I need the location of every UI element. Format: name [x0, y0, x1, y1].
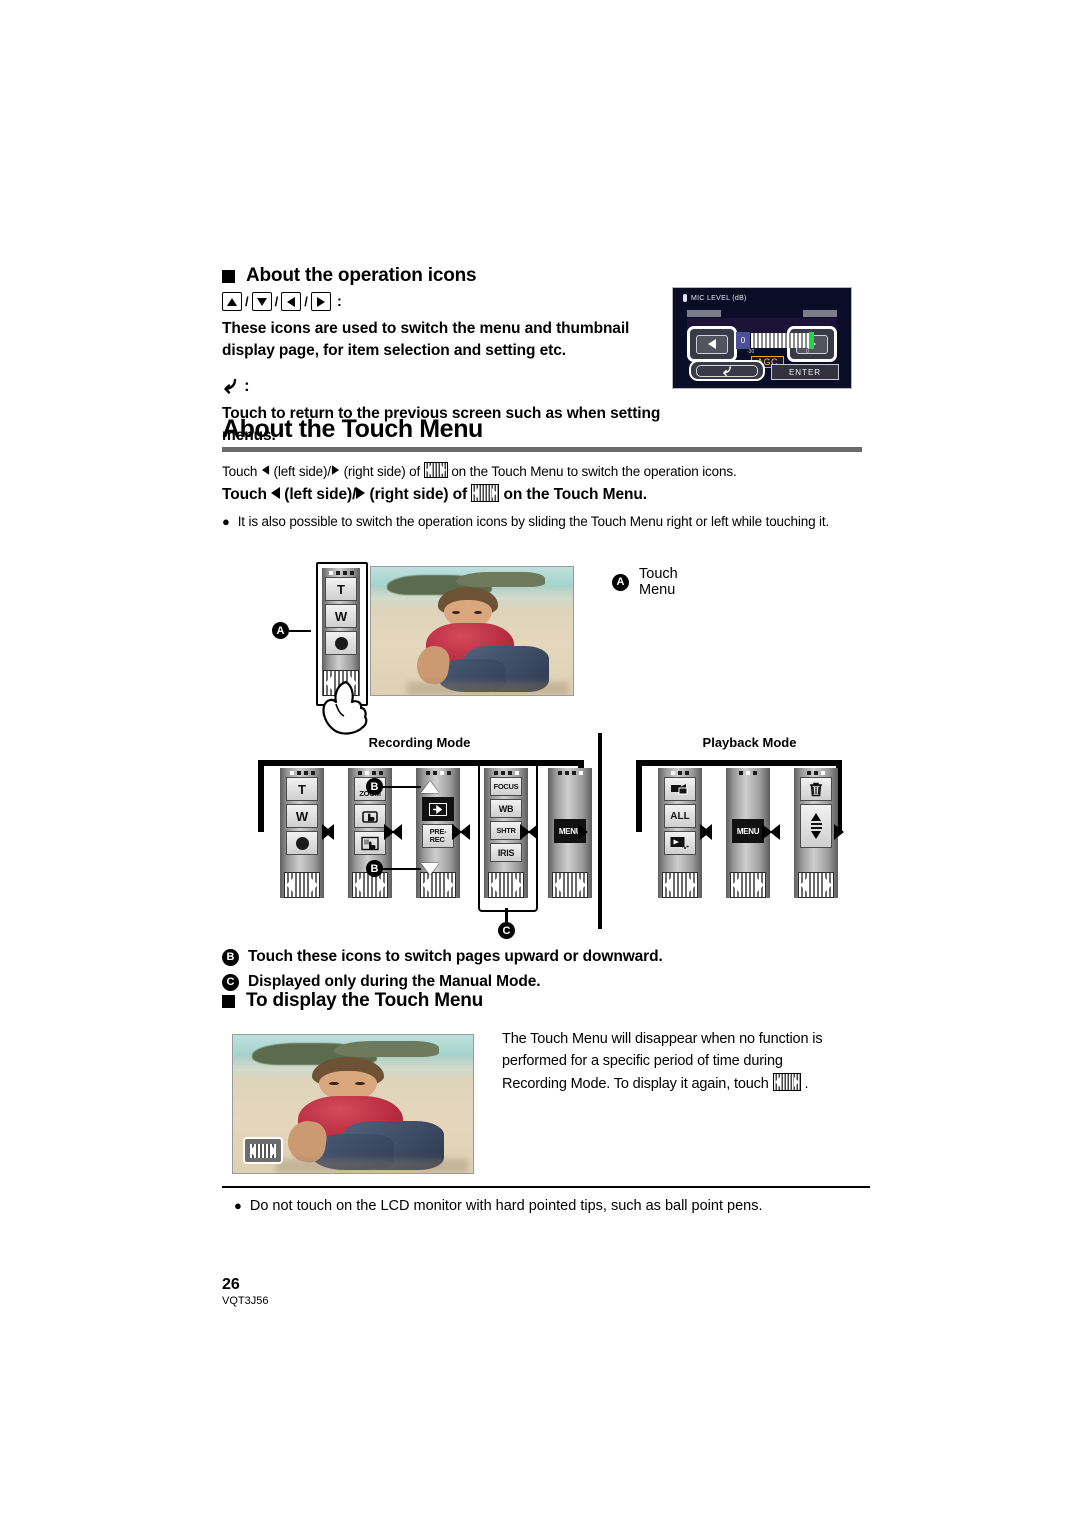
- lcd-peak-marker: [809, 332, 814, 349]
- callout-a-marker: A: [272, 622, 311, 639]
- touch-menu-slider-icon[interactable]: [284, 872, 320, 898]
- playback-mode-label: Playback Mode: [702, 735, 797, 750]
- lcd-left-arrow-button[interactable]: [687, 326, 737, 362]
- touch-menu-instruction-bold: Touch (left side)/ (right side) of on th…: [222, 484, 647, 504]
- display-touch-menu-illustration: [232, 1034, 474, 1174]
- left-triangle-icon: [271, 487, 281, 500]
- lcd-scale-left: -30: [747, 349, 755, 355]
- square-bullet-icon: [222, 269, 235, 283]
- video-photo-switch-icon: [671, 784, 688, 795]
- touch-menu-slider-icon[interactable]: [488, 872, 524, 898]
- note-b-row: B Touch these icons to switch pages upwa…: [222, 946, 862, 968]
- touch-menu-slider-icon[interactable]: [662, 872, 698, 898]
- footer-rule: [222, 1186, 870, 1188]
- operation-icons-heading-text: About the operation icons: [246, 265, 477, 286]
- lcd-scale-right: 0: [806, 349, 809, 355]
- recording-mode-diagram: T W ZOOM: [258, 760, 592, 939]
- zoom-wide-button[interactable]: W: [325, 604, 357, 628]
- arrow-right-icon: [310, 292, 331, 311]
- trash-icon: [810, 782, 822, 796]
- page-dots: [289, 768, 315, 777]
- display-touch-menu-heading: To display the Touch Menu: [222, 990, 862, 1012]
- callout-a-caption: A Touch Menu: [612, 566, 678, 598]
- mic-level-screenshot: MIC LEVEL (dB) 0 -30 0 AGC ENTER: [672, 287, 852, 389]
- touch-menu-strip-icon: [772, 1072, 801, 1091]
- touch-menu-strip-icon: [423, 462, 448, 478]
- arrow-left-icon: [281, 292, 302, 311]
- touch-menu-instruction-regular: Touch (left side)/ (right side) of on th…: [222, 462, 737, 479]
- arrow-down-icon: [251, 292, 272, 311]
- lcd-bar-right: [803, 310, 837, 317]
- arrow-icons-colon: :: [336, 293, 342, 310]
- fade-icon: [429, 802, 447, 816]
- page-footer: 26 VQT3J56: [222, 1276, 268, 1307]
- page-dots: [493, 768, 519, 777]
- record-button[interactable]: [325, 631, 357, 655]
- callout-b-lower: B: [366, 860, 439, 877]
- page-title: About the Touch Menu: [222, 415, 483, 443]
- left-triangle-icon: [261, 465, 269, 475]
- touch-menu-strip-icon: [471, 484, 500, 503]
- page-dots: [425, 768, 451, 777]
- recording-mode-label: Recording Mode: [368, 735, 471, 750]
- panel-flow-arrows-playback: [638, 824, 844, 840]
- touch-menu-restore-button[interactable]: [243, 1137, 283, 1164]
- right-triangle-icon: [356, 487, 366, 500]
- touch-menu-section-header: About the Touch Menu: [222, 415, 862, 452]
- white-balance-button[interactable]: WB: [490, 799, 522, 818]
- return-icon-colon: :: [244, 376, 250, 395]
- touch-menu-slider-icon[interactable]: [730, 872, 766, 898]
- operation-icons-heading: About the operation icons: [222, 265, 862, 287]
- playback-mode-diagram: ALL MENU: [636, 760, 856, 920]
- video-photo-switch-button[interactable]: [664, 777, 696, 801]
- return-arrow-icon: [722, 365, 731, 376]
- page-dots: [357, 768, 383, 777]
- page-dots: [807, 768, 825, 777]
- bullet-dot-icon: ●: [234, 1198, 242, 1213]
- section-display-touch-menu: To display the Touch Menu: [222, 990, 862, 1012]
- arrow-up-icon: [222, 292, 242, 311]
- callout-b-upper: B: [366, 778, 439, 795]
- focus-button[interactable]: FOCUS: [490, 777, 522, 796]
- page-dots: [671, 768, 689, 777]
- lcd-back-button[interactable]: [689, 360, 765, 381]
- lcd-bar-left: [687, 310, 721, 317]
- touch-menu-strip[interactable]: T W: [322, 568, 360, 696]
- arrow-icons-description: These icons are used to switch the menu …: [222, 320, 630, 359]
- document-code: VQT3J56: [222, 1295, 269, 1307]
- bullet-dot-icon: ●: [222, 514, 230, 530]
- page-dots: [739, 768, 757, 777]
- return-arrow-icon: [224, 378, 237, 394]
- lcd-enter-button[interactable]: ENTER: [771, 364, 839, 380]
- mic-level-title: MIC LEVEL (dB): [683, 294, 747, 302]
- square-bullet-icon: [222, 994, 235, 1008]
- bullet-slide-touch-menu: ● It is also possible to switch the oper…: [222, 512, 860, 532]
- panel-flow-arrows-recording: [260, 824, 588, 840]
- footer-note: ● Do not touch on the LCD monitor with h…: [234, 1198, 763, 1214]
- lcd-level-meter: [751, 333, 809, 348]
- touch-menu-instruction-block: Touch (left side)/ (right side) of on th…: [222, 462, 867, 532]
- display-touch-menu-paragraph: The Touch Menu will disappear when no fu…: [502, 1031, 823, 1092]
- touch-menu-slider-icon[interactable]: [552, 872, 588, 898]
- title-rule: [222, 447, 862, 452]
- zoom-tele-button[interactable]: T: [325, 577, 357, 601]
- microphone-icon: [683, 294, 687, 302]
- page-dots: [557, 768, 583, 777]
- zoom-tele-button[interactable]: T: [286, 777, 318, 801]
- right-triangle-icon: [331, 465, 340, 475]
- page-number: 26: [222, 1276, 240, 1293]
- lcd-preview-photo: [370, 566, 574, 696]
- callout-c-marker: C: [498, 908, 515, 939]
- manual-page: About the operation icons / / / : These …: [222, 0, 870, 1526]
- callout-notes: B Touch these icons to switch pages upwa…: [222, 946, 862, 993]
- touch-menu-slider-icon[interactable]: [798, 872, 834, 898]
- page-dots: [328, 568, 354, 577]
- delete-button[interactable]: [800, 777, 832, 801]
- record-dot-icon: [334, 636, 348, 650]
- lcd-preview-photo-2: [232, 1034, 474, 1174]
- mode-divider: [598, 733, 602, 929]
- lcd-mic-value: 0: [736, 332, 750, 349]
